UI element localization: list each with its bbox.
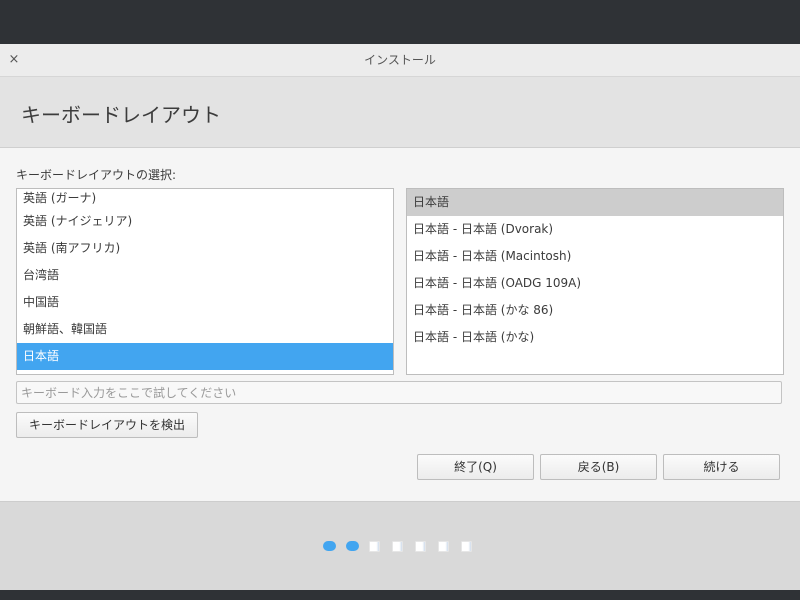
- language-item[interactable]: 台湾語: [17, 262, 393, 289]
- layout-item[interactable]: 日本語 - 日本語 (かな): [407, 324, 783, 351]
- layout-item[interactable]: 日本語 - 日本語 (かな 86): [407, 297, 783, 324]
- progress-step-done: [346, 541, 359, 551]
- layout-variant-list[interactable]: 日本語 日本語 - 日本語 (Dvorak) 日本語 - 日本語 (Macint…: [406, 188, 784, 375]
- progress-step-pending: [392, 541, 403, 552]
- language-item[interactable]: 英語 (南アフリカ): [17, 235, 393, 262]
- continue-button[interactable]: 続ける: [663, 454, 780, 480]
- keyboard-layout-label: キーボードレイアウトの選択:: [16, 168, 177, 182]
- page-header: キーボードレイアウト: [0, 77, 800, 148]
- content-area: キーボードレイアウトの選択: 英語 (ガーナ) 英語 (ナイジェリア) 英語 (…: [0, 148, 800, 501]
- progress-step-pending: [415, 541, 426, 552]
- language-item[interactable]: 中国語: [17, 289, 393, 316]
- layout-item[interactable]: 日本語 - 日本語 (Macintosh): [407, 243, 783, 270]
- footer: [0, 501, 800, 590]
- page-title: キーボードレイアウト: [21, 103, 221, 127]
- installer-window: × インストール キーボードレイアウト キーボードレイアウトの選択: 英語 (ガ…: [0, 44, 800, 590]
- progress-step-pending: [438, 541, 449, 552]
- back-button[interactable]: 戻る(B): [540, 454, 657, 480]
- language-item-selected[interactable]: 日本語: [17, 343, 393, 370]
- detect-layout-button[interactable]: キーボードレイアウトを検出: [16, 412, 198, 438]
- language-item[interactable]: 英語 (ナイジェリア): [17, 208, 393, 235]
- language-list[interactable]: 英語 (ガーナ) 英語 (ナイジェリア) 英語 (南アフリカ) 台湾語 中国語 …: [16, 188, 394, 375]
- layout-item-selected[interactable]: 日本語: [407, 189, 783, 216]
- language-item[interactable]: 英語 (ガーナ): [17, 189, 393, 208]
- progress-step-done: [323, 541, 336, 551]
- keyboard-test-input[interactable]: [16, 381, 782, 404]
- window-title: インストール: [364, 53, 436, 67]
- titlebar: × インストール: [0, 44, 800, 77]
- layout-item[interactable]: 日本語 - 日本語 (OADG 109A): [407, 270, 783, 297]
- progress-step-pending: [461, 541, 472, 552]
- quit-button[interactable]: 終了(Q): [417, 454, 534, 480]
- language-item[interactable]: 朝鮮語、韓国語: [17, 316, 393, 343]
- layout-item[interactable]: 日本語 - 日本語 (Dvorak): [407, 216, 783, 243]
- progress-step-pending: [369, 541, 380, 552]
